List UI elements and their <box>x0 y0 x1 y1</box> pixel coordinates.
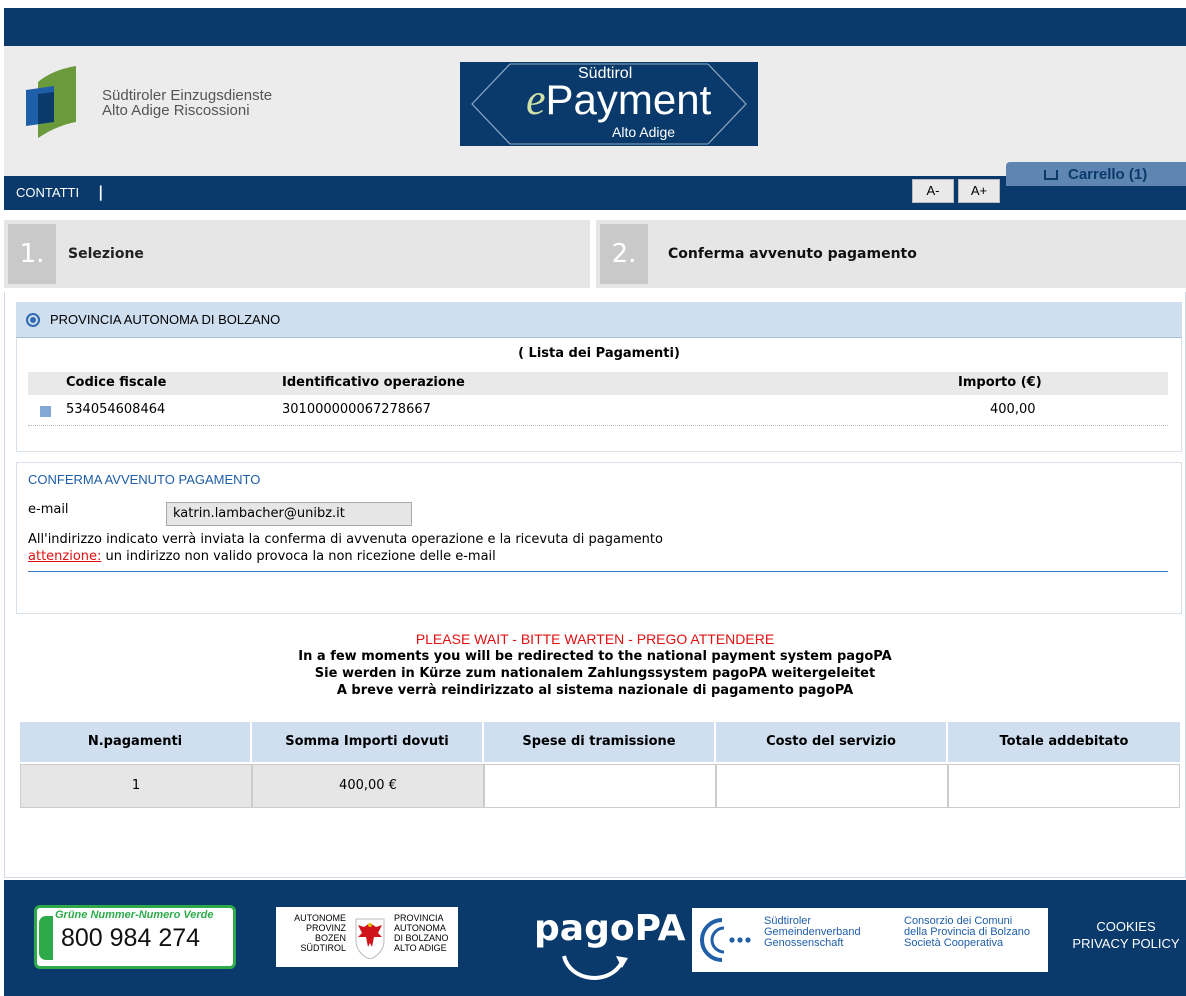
totals-somma: 400,00 € <box>252 764 484 808</box>
brand-line-1: Südtiroler Einzugsdienste <box>102 87 273 104</box>
epay-alto-adige: Alto Adige <box>612 124 676 140</box>
epay-payment: Payment <box>545 76 712 123</box>
totals-header-spese: Spese di tramissione <box>484 722 716 762</box>
email-info-text: All'indirizzo indicato verrà inviata la … <box>28 532 663 547</box>
cart-label: Carrello (1) <box>1068 166 1148 183</box>
pagopa-logo: pagoPA <box>534 908 686 949</box>
privacy-policy-link[interactable]: PRIVACY POLICY <box>1066 936 1186 951</box>
consorzio-it-text: Consorzio dei Comuni della Provincia di … <box>904 916 1030 949</box>
email-warning: attenzione: un indirizzo non valido prov… <box>28 549 496 564</box>
pagopa-arrow-icon <box>562 955 628 980</box>
totals-header-costo: Costo del servizio <box>716 722 948 762</box>
prov-it-line: ALTO ADIGE <box>394 943 447 953</box>
consorzio-logo: Südtiroler Gemeindenverband Genossenscha… <box>692 908 1048 972</box>
totals-n-pagamenti: 1 <box>20 764 252 808</box>
redirect-message-de: Sie werden in Kürze zum nationalem Zahlu… <box>314 666 876 681</box>
step-number: 2. <box>600 224 648 284</box>
totals-totale <box>948 764 1180 808</box>
phone-icon <box>39 916 53 960</box>
numero-verde-label: Grüne Nummer-Numero Verde <box>55 909 214 921</box>
row-marker-icon <box>40 406 51 417</box>
brand-line-2: Alto Adige Riscossioni <box>102 102 250 119</box>
prov-de-line: SÜDTIROL <box>300 943 346 953</box>
provincia-logo: AUTONOME PROVINZ BOZEN SÜDTIROL PROVINCI… <box>276 907 458 967</box>
totals-costo <box>716 764 948 808</box>
cookies-link[interactable]: COOKIES <box>1066 919 1186 934</box>
ente-bar[interactable]: PROVINCIA AUTONOMA DI BOLZANO <box>16 302 1182 338</box>
epayment-logo: Südtirol ePayment Alto Adige <box>460 62 758 146</box>
header-identificativo: Identificativo operazione <box>282 375 465 390</box>
brand-name: Südtiroler Einzugsdienste Alto Adige Ris… <box>102 88 272 118</box>
ente-name: PROVINCIA AUTONOMA DI BOLZANO <box>50 312 281 327</box>
prov-de-line: PROVINZ <box>305 923 346 933</box>
provincia-de-text: AUTONOME PROVINZ BOZEN SÜDTIROL <box>280 913 346 953</box>
provincia-it-text: PROVINCIA AUTONOMA DI BOLZANO ALTO ADIGE <box>394 913 458 953</box>
email-label: e-mail <box>28 502 69 517</box>
prov-it-line: AUTONOMA <box>394 923 446 933</box>
eagle-coat-of-arms-icon <box>355 918 385 959</box>
step-conferma: 2. Conferma avvenuto pagamento <box>596 220 1186 288</box>
redirect-message-en: In a few moments you will be redirected … <box>298 649 892 664</box>
step-label: Conferma avvenuto pagamento <box>668 246 917 262</box>
prov-it-line: PROVINCIA <box>394 913 444 923</box>
epay-e: e <box>526 75 546 124</box>
cell-importo: 400,00 <box>990 402 1036 417</box>
nav-separator: | <box>98 183 104 201</box>
totals-header-totale: Totale addebitato <box>948 722 1180 762</box>
numero-verde-badge: Grüne Nummer-Numero Verde 800 984 274 <box>34 905 236 969</box>
prov-it-line: DI BOLZANO <box>394 933 449 943</box>
step-label: Selezione <box>68 246 144 262</box>
header-importo: Importo (€) <box>958 375 1042 390</box>
step-selezione: 1. Selezione <box>4 220 590 288</box>
divider <box>28 571 1168 572</box>
consorzio-icon <box>700 918 751 962</box>
epay-title: ePayment <box>526 74 711 125</box>
redirect-message-it: A breve verrà reindirizzato al sistema n… <box>336 683 854 698</box>
payments-table-header: Codice fiscale Identificativo operazione… <box>28 372 1168 395</box>
cons-de-line: Genossenschaft <box>764 937 844 949</box>
totals-header-somma: Somma Importi dovuti <box>252 722 484 762</box>
cell-codice-fiscale: 534054608464 <box>66 402 166 417</box>
email-field[interactable]: katrin.lambacher@unibz.it <box>166 502 412 526</box>
totals-spese <box>484 764 716 808</box>
consorzio-de-text: Südtiroler Gemeindenverband Genossenscha… <box>764 916 861 949</box>
ente-radio-icon[interactable] <box>26 313 40 327</box>
einzugsdienste-logo-icon <box>26 66 76 138</box>
step-number: 1. <box>8 224 56 284</box>
payments-list-title: ( Lista dei Pagamenti) <box>518 346 680 361</box>
header-codice-fiscale: Codice fiscale <box>66 375 167 390</box>
font-increase-button[interactable]: A+ <box>958 179 1000 203</box>
nav-contatti-link[interactable]: CONTATTI <box>16 185 79 200</box>
prov-de-line: AUTONOME <box>294 913 346 923</box>
numero-verde-number: 800 984 274 <box>61 924 201 952</box>
cart-button[interactable]: Carrello (1) <box>1006 162 1186 186</box>
table-row: 534054608464 301000000067278667 400,00 <box>28 398 1168 426</box>
warning-text: un indirizzo non valido provoca la non r… <box>101 549 496 564</box>
prov-de-line: BOZEN <box>314 933 346 943</box>
font-decrease-button[interactable]: A- <box>912 179 954 203</box>
please-wait-title: PLEASE WAIT - BITTE WARTEN - PREGO ATTEN… <box>415 631 775 647</box>
cart-icon <box>1044 170 1058 180</box>
top-bar <box>4 8 1186 46</box>
totals-header-n-pagamenti: N.pagamenti <box>20 722 252 762</box>
cell-identificativo: 301000000067278667 <box>282 402 431 417</box>
conferma-title: CONFERMA AVVENUTO PAGAMENTO <box>28 472 261 487</box>
warning-label: attenzione: <box>28 549 102 564</box>
cons-it-line: Società Cooperativa <box>904 937 1004 949</box>
